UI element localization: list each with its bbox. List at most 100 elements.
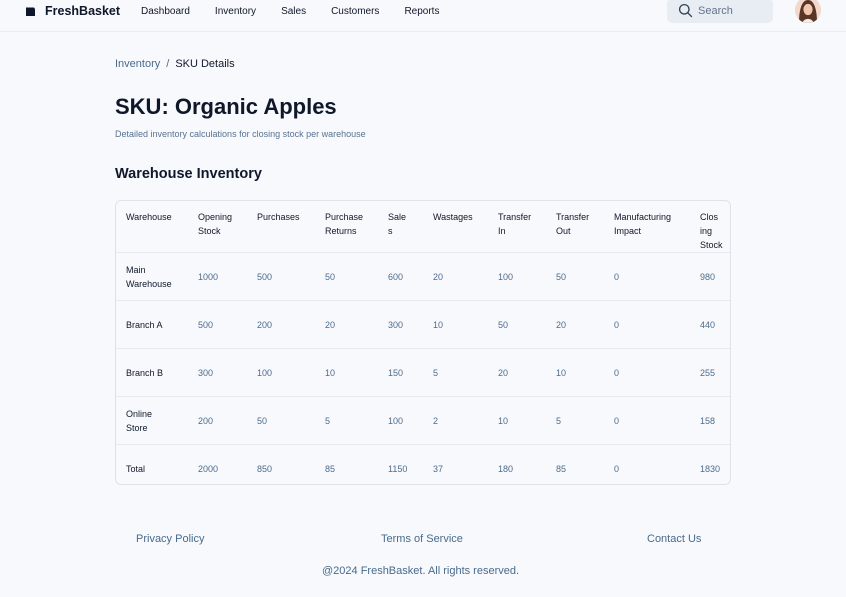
table-cell: 100 bbox=[388, 396, 433, 445]
warehouse-name-cell: Branch B bbox=[116, 348, 198, 397]
avatar[interactable] bbox=[795, 0, 821, 23]
warehouse-name-cell: Total bbox=[116, 445, 198, 485]
nav-inventory[interactable]: Inventory bbox=[215, 6, 256, 17]
table-row: Total 2000 850 85 1150 37 180 85 0 1830 bbox=[116, 445, 730, 485]
column-header-text: Transfer bbox=[556, 212, 590, 222]
warehouse-name: Branch B bbox=[126, 367, 164, 378]
breadcrumb: Inventory / SKU Details bbox=[115, 58, 235, 70]
brand-name: FreshBasket bbox=[45, 4, 121, 18]
warehouse-name-cell: Main Warehouse bbox=[116, 252, 198, 301]
footer-terms-link[interactable]: Terms of Service bbox=[381, 533, 463, 545]
column-header-text: s bbox=[388, 226, 393, 236]
column-header: Manufacturing Impact bbox=[614, 201, 700, 253]
column-header: Transfer In bbox=[498, 201, 556, 253]
column-header-text: Clos bbox=[700, 212, 719, 222]
table-cell: 500 bbox=[198, 300, 257, 349]
table-header-row: Warehouse Opening Stock Purchases Purchase Re… bbox=[116, 201, 730, 253]
table-cell: 50 bbox=[257, 396, 325, 445]
copyright: @2024 FreshBasket. All rights reserved. bbox=[322, 565, 520, 577]
table-cell: 300 bbox=[198, 348, 257, 397]
column-header: Sale s bbox=[388, 201, 433, 253]
warehouse-name: Online bbox=[126, 408, 153, 419]
table-cell: 5 bbox=[433, 348, 498, 397]
table-row: Branch B 300 100 10 150 5 20 10 0 255 bbox=[116, 348, 730, 397]
main-nav: Dashboard Inventory Sales Customers Repo… bbox=[141, 3, 464, 19]
table-cell: 10 bbox=[433, 300, 498, 349]
page-title: SKU: Organic Apples bbox=[115, 94, 337, 119]
table-body: Main Warehouse 1000 500 50 600 20 100 50 0 980 Bran… bbox=[116, 252, 730, 485]
table-cell: 0 bbox=[614, 348, 700, 397]
table-cell: 37 bbox=[433, 463, 444, 474]
table-cell: 200 bbox=[257, 300, 325, 349]
search-box[interactable] bbox=[667, 0, 773, 23]
warehouse-name: Main bbox=[126, 264, 146, 275]
warehouse-name: Total bbox=[126, 463, 146, 474]
column-header: Purchase Returns bbox=[325, 201, 388, 253]
table-cell: 0 bbox=[614, 463, 620, 474]
column-header-text: Sale bbox=[388, 212, 407, 222]
table-cell: 2 bbox=[433, 396, 498, 445]
table-row: Online Store 200 50 5 100 2 10 5 0 158 bbox=[116, 396, 730, 445]
top-navigation-bar: FreshBasket Dashboard Inventory Sales Cu… bbox=[0, 0, 846, 32]
table-cell: 85 bbox=[556, 463, 567, 474]
column-header: Transfer Out bbox=[556, 201, 614, 253]
table-cell: 100 bbox=[498, 252, 556, 301]
warehouse-name: Store bbox=[126, 422, 148, 433]
warehouse-name-cell: Branch A bbox=[116, 300, 198, 349]
table-cell: 5 bbox=[325, 396, 388, 445]
nav-customers[interactable]: Customers bbox=[331, 6, 379, 17]
warehouse-name-cell: Online Store bbox=[116, 396, 198, 445]
table-cell: 50 bbox=[556, 252, 614, 301]
column-header-text: Returns bbox=[325, 226, 357, 236]
table-cell: 980 bbox=[700, 252, 730, 301]
column-header-text: Warehouse bbox=[126, 212, 172, 222]
brand[interactable]: FreshBasket bbox=[25, 3, 120, 19]
table-cell: 10 bbox=[325, 348, 388, 397]
table-cell: 200 bbox=[198, 396, 257, 445]
column-header-text: Stock bbox=[700, 240, 723, 250]
table-cell: 5 bbox=[556, 396, 614, 445]
breadcrumb-separator: / bbox=[166, 58, 170, 70]
table-cell: 500 bbox=[257, 252, 325, 301]
column-header-text: Purchases bbox=[257, 212, 300, 222]
nav-sales[interactable]: Sales bbox=[281, 6, 306, 17]
footer-privacy-link[interactable]: Privacy Policy bbox=[136, 533, 204, 545]
table-cell: 10 bbox=[498, 396, 556, 445]
table-cell: 440 bbox=[700, 300, 730, 349]
table-cell: 158 bbox=[700, 396, 730, 445]
breadcrumb-inventory-link[interactable]: Inventory bbox=[115, 58, 160, 70]
table-row: Main Warehouse 1000 500 50 600 20 100 50 0 980 bbox=[116, 252, 730, 301]
footer-contact-link[interactable]: Contact Us bbox=[647, 533, 701, 545]
table-cell: 20 bbox=[433, 252, 498, 301]
logo-icon bbox=[26, 7, 35, 16]
table-cell: 20 bbox=[498, 348, 556, 397]
column-header-text: ing bbox=[700, 226, 713, 236]
table-cell: 50 bbox=[325, 252, 388, 301]
column-header: Wastages bbox=[433, 201, 498, 253]
section-title: Warehouse Inventory bbox=[115, 166, 262, 182]
table-cell: 2000 bbox=[198, 463, 219, 474]
page-subtitle: Detailed inventory calculations for clos… bbox=[115, 129, 366, 139]
column-header-text: Opening bbox=[198, 212, 233, 222]
table-cell: 0 bbox=[614, 396, 700, 445]
table-cell: 10 bbox=[556, 348, 614, 397]
inventory-table-card: Warehouse Opening Stock Purchases Purchase Re… bbox=[115, 200, 731, 485]
column-header: Purchases bbox=[257, 201, 325, 253]
nav-dashboard[interactable]: Dashboard bbox=[141, 6, 190, 17]
column-header-text: Stock bbox=[198, 226, 221, 236]
table-cell: 100 bbox=[257, 348, 325, 397]
warehouse-name: Branch A bbox=[126, 319, 163, 330]
column-header-text: Out bbox=[556, 226, 571, 236]
column-header-text: Purchase bbox=[325, 212, 364, 222]
table-cell: 85 bbox=[325, 463, 336, 474]
table-cell: 1000 bbox=[198, 252, 257, 301]
table-cell: 0 bbox=[614, 300, 700, 349]
search-icon bbox=[678, 3, 693, 18]
table-cell: 1150 bbox=[388, 463, 408, 474]
table-cell: 50 bbox=[498, 300, 556, 349]
search-input[interactable] bbox=[698, 3, 768, 18]
table-cell: 300 bbox=[388, 300, 433, 349]
column-header-text: Impact bbox=[614, 226, 642, 236]
column-header-text: Wastages bbox=[433, 212, 473, 222]
nav-reports[interactable]: Reports bbox=[404, 6, 439, 17]
